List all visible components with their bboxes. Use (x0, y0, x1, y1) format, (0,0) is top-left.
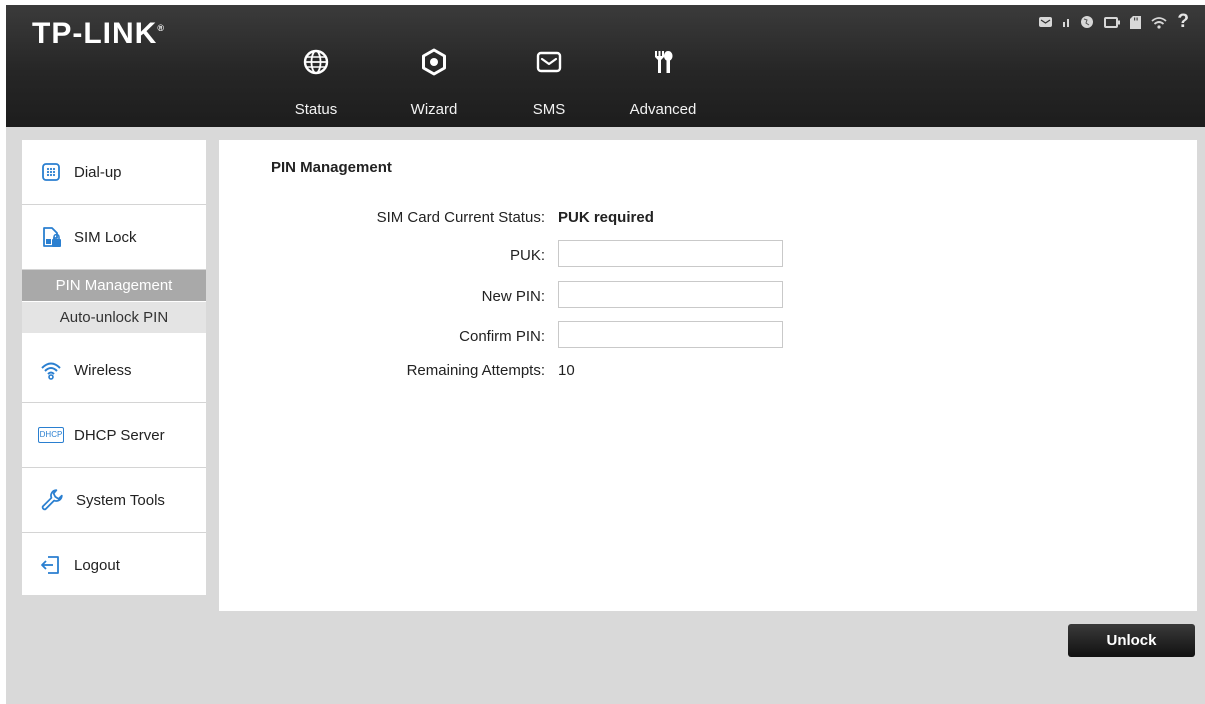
nav-wizard[interactable]: Wizard (403, 45, 465, 127)
nav-status-label: Status (294, 101, 338, 118)
signal-icon (1063, 19, 1070, 27)
new-pin-label: New PIN: (481, 288, 545, 305)
sidebar-item-dhcp-server[interactable]: DHCP DHCP Server (22, 403, 206, 468)
sidebar-item-wireless[interactable]: Wireless (22, 338, 206, 403)
puk-label: PUK: (509, 247, 545, 264)
app-frame: TP-LINK® Status Wizard SMS Advanced ? Di… (6, 5, 1205, 704)
keypad-icon (42, 163, 60, 181)
gear-icon (422, 48, 446, 76)
sim-status-label: SIM Card Current Status: (376, 209, 545, 226)
logout-icon (41, 556, 59, 574)
confirm-pin-input[interactable] (558, 321, 783, 348)
battery-icon (1104, 16, 1121, 28)
nav-sms[interactable]: SMS (522, 45, 576, 127)
nav-advanced-label: Advanced (629, 101, 697, 118)
nav-wizard-label: Wizard (410, 101, 458, 118)
sim-status-value: PUK required (558, 209, 654, 226)
sidebar-item-label: DHCP Server (74, 426, 165, 444)
help-icon[interactable]: ? (1177, 12, 1189, 31)
sidebar-subitem-pin-management[interactable]: PIN Management (22, 270, 206, 301)
unlock-button[interactable]: Unlock (1068, 624, 1195, 657)
page-title: PIN Management (271, 159, 392, 176)
nav-advanced[interactable]: Advanced (623, 45, 703, 127)
internet-icon (1081, 16, 1094, 28)
registered-mark: ® (157, 23, 165, 33)
status-icon-bar: ? (1039, 12, 1189, 32)
sidebar-item-sim-lock[interactable]: SIM Lock (22, 205, 206, 270)
sidebar-item-label: Logout (74, 556, 120, 574)
remaining-attempts-value: 10 (558, 362, 575, 379)
nav-sms-label: SMS (532, 101, 566, 118)
sidebar-item-system-tools[interactable]: System Tools (22, 468, 206, 533)
tools-icon (655, 51, 673, 73)
sd-card-icon (1130, 15, 1142, 29)
globe-icon (303, 49, 329, 75)
sidebar-item-label: System Tools (76, 491, 165, 509)
sidebar-subitem-auto-unlock-pin[interactable]: Auto-unlock PIN (22, 302, 206, 333)
sidebar-item-label: SIM Lock (74, 228, 137, 246)
new-pin-input[interactable] (558, 281, 783, 308)
confirm-pin-label: Confirm PIN: (459, 328, 545, 345)
dhcp-icon: DHCP (38, 427, 64, 443)
message-icon (1039, 17, 1053, 27)
wifi-icon (1151, 16, 1167, 29)
puk-input[interactable] (558, 240, 783, 267)
wifi-icon (41, 362, 61, 380)
envelope-icon (536, 51, 562, 73)
sidebar: Dial-up SIM Lock PIN Management Auto-unl… (22, 140, 206, 595)
wrench-icon (41, 489, 63, 511)
sidebar-item-label: Wireless (74, 361, 132, 379)
nav-status[interactable]: Status (286, 45, 346, 127)
top-header: TP-LINK® Status Wizard SMS Advanced ? (6, 5, 1205, 127)
logo-text: TP-LINK (32, 17, 158, 50)
sim-lock-icon (43, 227, 61, 247)
tp-link-logo: TP-LINK® (32, 17, 165, 51)
sidebar-item-label: Dial-up (74, 163, 122, 181)
content-panel: PIN Management SIM Card Current Status: … (219, 140, 1197, 611)
sidebar-item-dial-up[interactable]: Dial-up (22, 140, 206, 205)
sidebar-item-logout[interactable]: Logout (22, 533, 206, 597)
remaining-attempts-label: Remaining Attempts: (406, 362, 545, 379)
